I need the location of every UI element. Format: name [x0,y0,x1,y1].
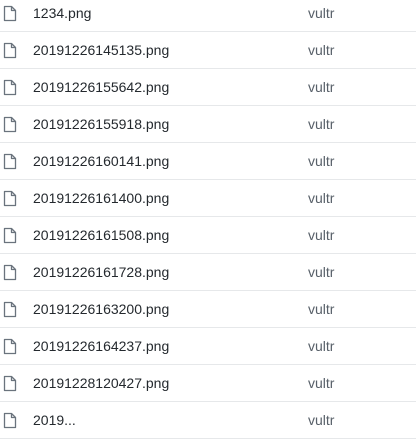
file-name-link[interactable]: 20191226155642.png [33,69,169,106]
commit-message-link[interactable]: vultr [308,291,334,328]
file-row[interactable]: 20191226163200.png vultr [0,291,416,328]
file-name-link[interactable]: 20191226155918.png [33,106,169,143]
file-name-link[interactable]: 2019... [33,402,76,439]
commit-message-link[interactable]: vultr [308,69,334,106]
commit-message-link[interactable]: vultr [308,365,334,402]
file-icon [3,5,19,22]
file-name-link[interactable]: 20191228120427.png [33,365,169,402]
commit-message-link[interactable]: vultr [308,180,334,217]
file-icon [3,264,19,281]
commit-message-link[interactable]: vultr [308,254,334,291]
file-row[interactable]: 20191226161508.png vultr [0,217,416,254]
commit-message-link[interactable]: vultr [308,143,334,180]
file-row[interactable]: 20191226161728.png vultr [0,254,416,291]
commit-message-link[interactable]: vultr [308,217,334,254]
file-icon [3,190,19,207]
file-row[interactable]: 2019... vultr [0,402,416,439]
commit-message-link[interactable]: vultr [308,0,334,32]
file-row[interactable]: 20191226161400.png vultr [0,180,416,217]
file-name-link[interactable]: 20191226164237.png [33,328,169,365]
file-name-link[interactable]: 20191226161728.png [33,254,169,291]
file-name-link[interactable]: 20191226161508.png [33,217,169,254]
file-icon [3,79,19,96]
file-name-link[interactable]: 20191226160141.png [33,143,169,180]
file-row[interactable]: 20191226145135.png vultr [0,32,416,69]
commit-message-link[interactable]: vultr [308,106,334,143]
file-row[interactable]: 20191226160141.png vultr [0,143,416,180]
file-name-link[interactable]: 1234.png [33,0,91,32]
file-list: 1234.png vultr 20191226145135.png vultr … [0,0,416,439]
file-icon [3,412,19,429]
file-icon [3,301,19,318]
file-icon [3,375,19,392]
file-row[interactable]: 1234.png vultr [0,0,416,32]
file-icon [3,116,19,133]
commit-message-link[interactable]: vultr [308,328,334,365]
file-row[interactable]: 20191226164237.png vultr [0,328,416,365]
file-name-link[interactable]: 20191226161400.png [33,180,169,217]
file-icon [3,338,19,355]
commit-message-link[interactable]: vultr [308,402,334,439]
file-icon [3,153,19,170]
commit-message-link[interactable]: vultr [308,32,334,69]
file-row[interactable]: 20191228120427.png vultr [0,365,416,402]
file-icon [3,42,19,59]
file-name-link[interactable]: 20191226163200.png [33,291,169,328]
file-icon [3,227,19,244]
file-name-link[interactable]: 20191226145135.png [33,32,169,69]
file-row[interactable]: 20191226155642.png vultr [0,69,416,106]
file-row[interactable]: 20191226155918.png vultr [0,106,416,143]
